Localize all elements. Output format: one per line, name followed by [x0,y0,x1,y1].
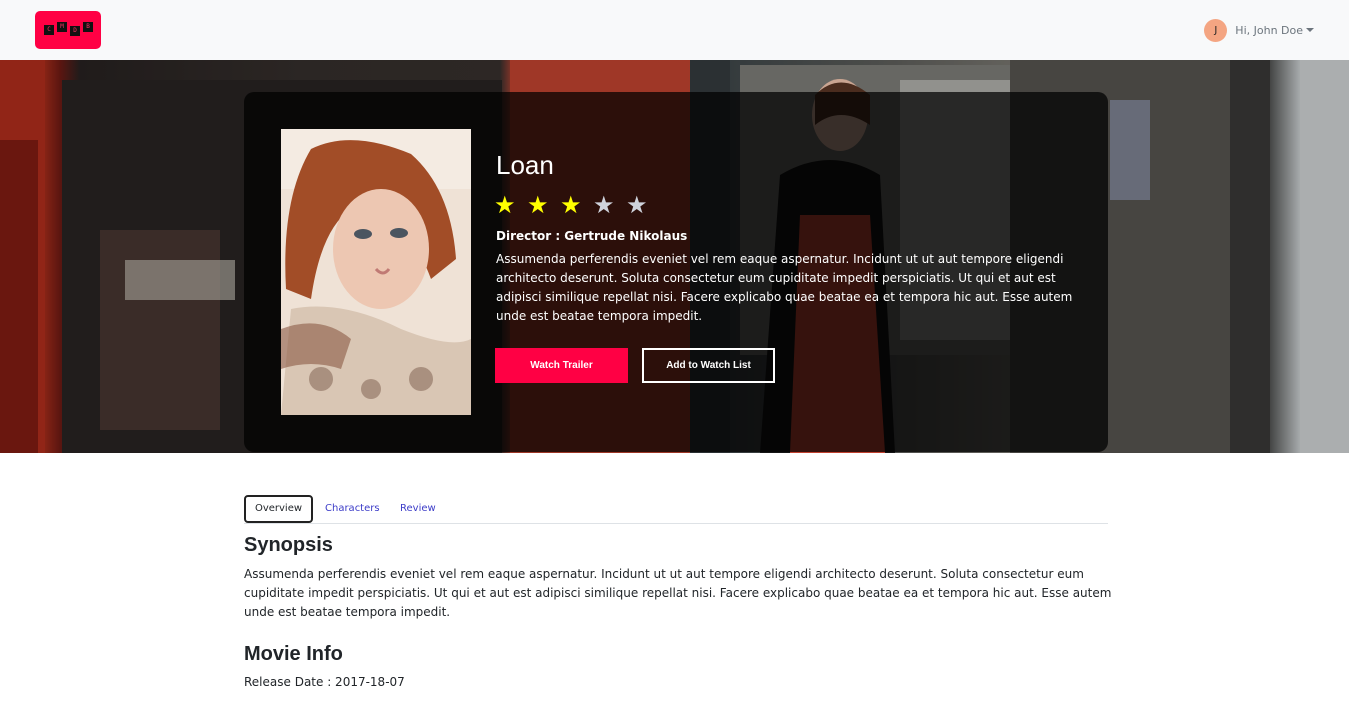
tab-characters[interactable]: Characters [325,495,380,523]
movie-description: Assumenda perferendis eveniet vel rem ea… [496,252,1073,323]
tab-overview[interactable]: Overview [244,495,313,523]
release-date: Release Date : 2017-18-07 [244,675,405,689]
detail-tabs: Overview Characters Review [244,495,1108,524]
synopsis-text: Assumenda perferendis eveniet vel rem ea… [244,567,1112,619]
synopsis-heading: Synopsis [244,534,333,556]
star-filled-icon: ★ [560,191,582,219]
star-empty-icon: ★ [626,191,648,219]
watch-trailer-button[interactable]: Watch Trailer [495,348,628,383]
tab-review[interactable]: Review [400,495,436,523]
star-filled-icon: ★ [494,191,516,219]
movie-poster [281,129,471,415]
movie-director: Director : Gertrude Nikolaus [496,229,688,243]
caret-down-icon [1306,28,1314,32]
brand-logo[interactable]: C M D B [35,11,101,49]
add-to-watchlist-button[interactable]: Add to Watch List [642,348,775,383]
logo-letter: D [70,26,80,36]
movie-title: Loan [496,150,554,180]
hero-banner: Loan ★ ★ ★ ★ ★ Director : Gertrude Nikolaus … [0,60,1349,453]
movie-info-heading: Movie Info [244,643,343,665]
star-rating: ★ ★ ★ ★ ★ [494,192,659,218]
logo-letter: C [44,25,54,35]
logo-letter: B [83,22,93,32]
star-empty-icon: ★ [593,191,615,219]
star-filled-icon: ★ [527,191,549,219]
logo-letter: M [57,22,67,32]
user-menu-toggle[interactable]: J Hi, John Doe [1204,18,1314,42]
avatar: J [1204,18,1228,42]
user-greeting: Hi, John Doe [1235,23,1303,37]
navbar: C M D B J Hi, John Doe [0,0,1349,60]
